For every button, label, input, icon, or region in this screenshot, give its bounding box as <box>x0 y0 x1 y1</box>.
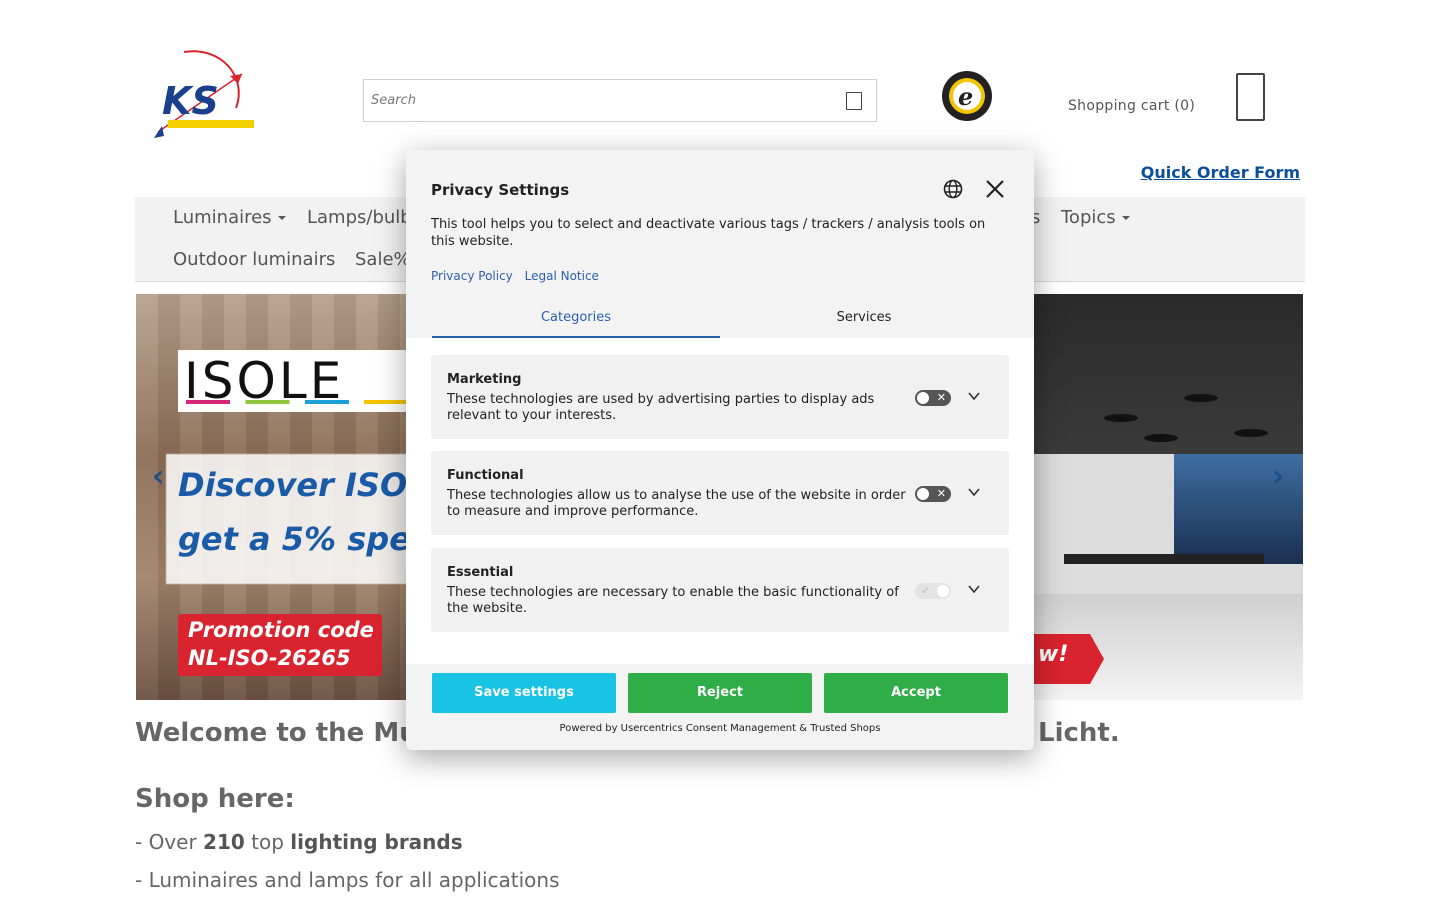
caret-down-icon <box>277 216 286 220</box>
category-marketing[interactable]: Marketing These technologies are used by… <box>431 355 1009 439</box>
toggle-knob <box>917 488 929 500</box>
category-title: Essential <box>447 565 514 580</box>
ceiling-lamp <box>1144 434 1178 442</box>
brand-count: 210 <box>203 830 245 854</box>
powered-by-text: Powered by Usercentrics Consent Manageme… <box>559 723 881 734</box>
page: KS e Shopping cart (0) Quick Order Form … <box>0 0 1440 900</box>
search-box <box>363 79 877 122</box>
modal-title: Privacy Settings <box>431 181 570 199</box>
welcome-heading-end: Licht. <box>1038 718 1120 748</box>
trusted-shops-badge-icon[interactable]: e <box>940 69 994 123</box>
tab-categories[interactable]: Categories <box>432 310 720 338</box>
ceiling-lamp <box>1184 394 1218 402</box>
isoled-logo-box: ISOLE <box>178 350 426 412</box>
nav-item-label: Lamps/bulb <box>307 207 412 228</box>
toggle-off-icon: ✕ <box>936 487 946 500</box>
nav-item-label: Sale% <box>355 249 411 270</box>
bullet-text: top <box>244 830 291 854</box>
category-description: These technologies are necessary to enab… <box>447 585 899 616</box>
globe-icon[interactable] <box>943 179 963 199</box>
banner-slide-left[interactable]: ISOLE Discover ISO get a 5% spe Promotio… <box>136 294 426 700</box>
chevron-down-icon[interactable] <box>967 388 981 402</box>
banner-badge-text: w! <box>1038 642 1069 667</box>
chevron-down-icon[interactable] <box>967 581 981 595</box>
svg-text:e: e <box>958 82 973 111</box>
bullet-text: - Over <box>135 830 204 854</box>
category-functional[interactable]: Functional These technologies allow us t… <box>431 451 1009 535</box>
category-title: Functional <box>447 468 524 483</box>
privacy-settings-modal: Privacy Settings This tool helps you to … <box>406 150 1034 750</box>
toggle-check-icon: ✓ <box>921 584 931 597</box>
modal-links: Privacy Policy Legal Notice <box>431 269 607 283</box>
category-essential[interactable]: Essential These technologies are necessa… <box>431 548 1009 632</box>
welcome-heading: Welcome to the Mu <box>135 718 418 748</box>
banner-slide-right[interactable]: w! <box>1034 294 1303 700</box>
toggle-knob <box>917 392 929 404</box>
nav-item-lamps[interactable]: Lamps/bulb <box>307 207 412 228</box>
promo-label: Promotion code <box>188 618 374 642</box>
accept-button[interactable]: Accept <box>824 673 1008 713</box>
category-list: Marketing These technologies are used by… <box>406 338 1034 664</box>
logo-text: KS <box>162 79 219 123</box>
modal-description: This tool helps you to select and deacti… <box>431 217 986 249</box>
feature-bullet-brands: - Over 210 top lighting brands <box>135 830 463 854</box>
chevron-down-icon[interactable] <box>967 484 981 498</box>
caret-down-icon <box>1121 216 1130 220</box>
cart-icon[interactable] <box>1236 73 1265 121</box>
banner-headline-1: Discover ISO <box>178 466 408 504</box>
category-description: These technologies allow us to analyse t… <box>447 488 906 519</box>
modal-header: Privacy Settings This tool helps you to … <box>406 150 1034 338</box>
essential-toggle: ✓ <box>915 583 951 599</box>
tab-services[interactable]: Services <box>720 310 1008 338</box>
functional-toggle[interactable]: ✕ <box>915 486 951 502</box>
promo-code: NL-ISO-26265 <box>188 646 351 670</box>
reject-button[interactable]: Reject <box>628 673 812 713</box>
toggle-knob <box>937 585 949 597</box>
promo-code-box: Promotion code NL-ISO-26265 <box>178 614 382 676</box>
bullet-bold: lighting brands <box>290 830 463 854</box>
banner-desk <box>1064 554 1264 564</box>
nav-item-sale[interactable]: Sale% <box>355 249 411 270</box>
nav-item-label: Luminaires <box>173 207 272 228</box>
close-icon[interactable] <box>985 179 1005 199</box>
chevron-right-icon[interactable]: › <box>1272 462 1288 492</box>
feature-bullet-applications: - Luminaires and lamps for all applicati… <box>135 868 560 892</box>
chevron-left-icon[interactable]: ‹ <box>152 462 168 492</box>
nav-item-outdoor[interactable]: Outdoor luminairs <box>173 249 335 270</box>
modal-footer: Save settings Reject Accept Powered by U… <box>406 664 1034 750</box>
marketing-toggle[interactable]: ✕ <box>915 390 951 406</box>
ks-logo[interactable]: KS <box>150 46 260 142</box>
isoled-color-bars <box>186 400 406 404</box>
quick-order-link[interactable]: Quick Order Form <box>1141 163 1300 182</box>
category-title: Marketing <box>447 372 522 387</box>
nav-item-topics[interactable]: Topics <box>1061 207 1130 228</box>
save-settings-button[interactable]: Save settings <box>432 673 616 713</box>
banner-new-badge: w! <box>1034 634 1104 684</box>
legal-notice-link[interactable]: Legal Notice <box>525 269 599 283</box>
shop-here-heading: Shop here: <box>135 784 295 814</box>
ceiling-lamp <box>1234 429 1268 437</box>
search-icon[interactable] <box>846 92 862 110</box>
ceiling-lamp <box>1104 414 1138 422</box>
nav-item-label: Outdoor luminairs <box>173 249 336 270</box>
banner-headline-2: get a 5% spe <box>178 520 411 558</box>
search-input[interactable] <box>364 80 824 121</box>
nav-item-luminaires[interactable]: Luminaires <box>173 207 286 228</box>
category-description: These technologies are used by advertisi… <box>447 392 875 423</box>
toggle-off-icon: ✕ <box>936 391 946 404</box>
shopping-cart-label[interactable]: Shopping cart (0) <box>1068 98 1195 114</box>
nav-item-label: Topics <box>1061 207 1116 228</box>
privacy-policy-link[interactable]: Privacy Policy <box>431 269 513 283</box>
